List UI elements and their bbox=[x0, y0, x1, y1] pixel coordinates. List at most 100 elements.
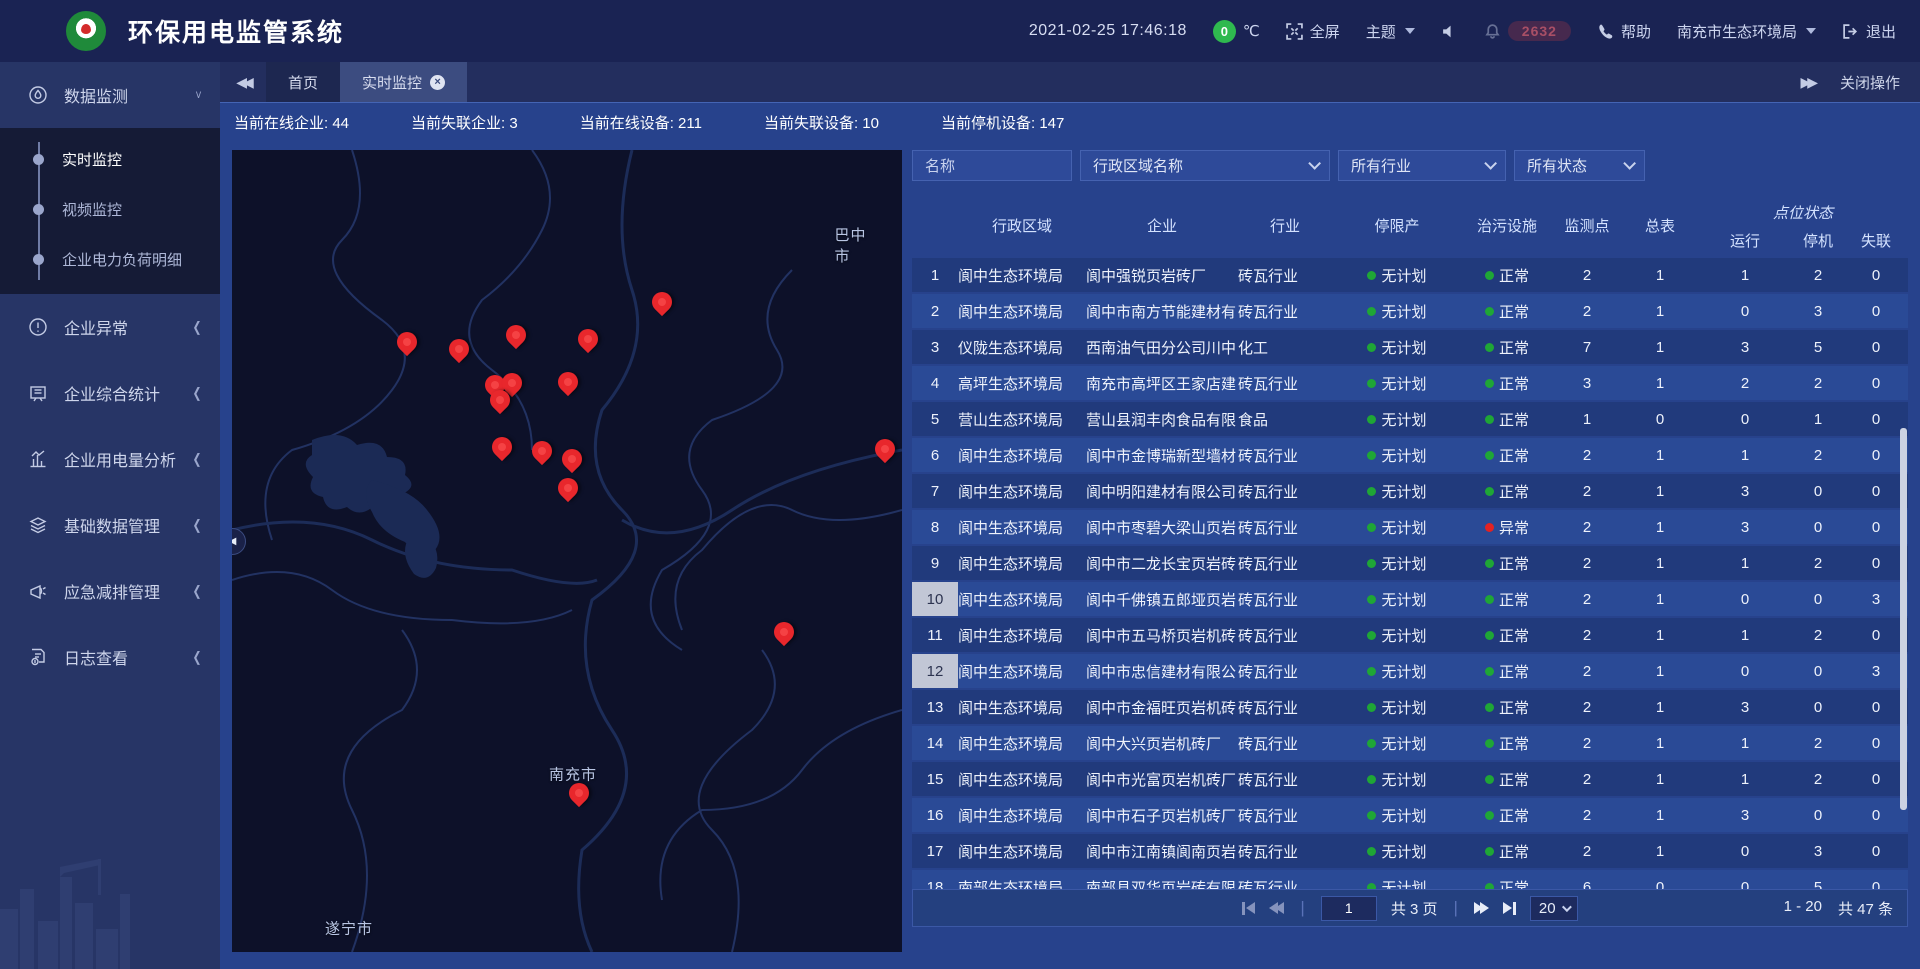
table-row[interactable]: 11阆中生态环境局阆中市五马桥页岩机砖砖瓦行业无计划正常21120 bbox=[912, 618, 1908, 652]
cell-production-status: 无计划 bbox=[1332, 409, 1462, 430]
map-city-label: 遂宁市 bbox=[325, 918, 373, 939]
tab-close-icon[interactable]: × bbox=[430, 75, 445, 90]
cell-production-status: 无计划 bbox=[1332, 553, 1462, 574]
table-row[interactable]: 16阆中生态环境局阆中市石子页岩机砖厂砖瓦行业无计划正常21300 bbox=[912, 798, 1908, 832]
sidebar-item-label: 数据监测 bbox=[64, 83, 128, 107]
first-page-button[interactable] bbox=[1242, 902, 1255, 915]
cell-region: 仪陇生态环境局 bbox=[958, 337, 1086, 358]
table-row[interactable]: 15阆中生态环境局阆中市光富页岩机砖厂砖瓦行业无计划正常21120 bbox=[912, 762, 1908, 796]
tabs-scroll-left-button[interactable]: ◀◀ bbox=[220, 62, 266, 102]
sidebar-item-基础数据管理[interactable]: 基础数据管理❮ bbox=[0, 492, 220, 558]
table-row[interactable]: 6阆中生态环境局阆中市金博瑞新型墙材砖瓦行业无计划正常21120 bbox=[912, 438, 1908, 472]
last-page-button[interactable] bbox=[1503, 902, 1516, 915]
prev-page-button[interactable] bbox=[1269, 902, 1284, 914]
sidebar-item-企业综合统计[interactable]: 企业综合统计❮ bbox=[0, 360, 220, 426]
cell-meters: 1 bbox=[1622, 663, 1698, 680]
sidebar-item-应急减排管理[interactable]: 应急减排管理❮ bbox=[0, 558, 220, 624]
status-dot-icon bbox=[1485, 559, 1494, 568]
status-select[interactable]: 所有状态 bbox=[1514, 150, 1645, 181]
col-industry: 行业 bbox=[1238, 192, 1332, 258]
cell-index: 4 bbox=[912, 366, 958, 400]
sidebar-subitem-视频监控[interactable]: 视频监控 bbox=[0, 184, 220, 234]
cell-running: 0 bbox=[1698, 663, 1792, 680]
cell-company: 南充市高坪区王家店建 bbox=[1086, 373, 1238, 394]
close-operations-button[interactable]: 关闭操作 bbox=[1840, 72, 1900, 93]
page-number-input[interactable] bbox=[1321, 896, 1377, 921]
chevron-down-icon bbox=[1308, 157, 1321, 170]
cell-offline: 0 bbox=[1844, 303, 1908, 320]
tab-bar: ◀◀ 首页 实时监控 × ▶▶ 关闭操作 bbox=[220, 62, 1920, 102]
cell-industry: 砖瓦行业 bbox=[1238, 301, 1332, 322]
table-row[interactable]: 14阆中生态环境局阆中大兴页岩机砖厂砖瓦行业无计划正常21120 bbox=[912, 726, 1908, 760]
table-row[interactable]: 17阆中生态环境局阆中市江南镇阆南页岩砖瓦行业无计划正常21030 bbox=[912, 834, 1908, 868]
name-search-input[interactable]: 名称 bbox=[912, 150, 1072, 181]
region-select[interactable]: 行政区域名称 bbox=[1080, 150, 1330, 181]
cell-index: 9 bbox=[912, 546, 958, 580]
cell-region: 阆中生态环境局 bbox=[958, 265, 1086, 286]
status-dot-icon bbox=[1367, 415, 1376, 424]
industry-select[interactable]: 所有行业 bbox=[1338, 150, 1506, 181]
table-row[interactable]: 1阆中生态环境局阆中强锐页岩砖厂砖瓦行业无计划正常21120 bbox=[912, 258, 1908, 292]
page-size-select[interactable]: 20 bbox=[1530, 896, 1578, 921]
temperature-badge: 0 bbox=[1213, 20, 1236, 43]
sidebar-item-label: 企业异常 bbox=[64, 315, 128, 339]
cell-industry: 砖瓦行业 bbox=[1238, 625, 1332, 646]
theme-dropdown[interactable]: 主题 bbox=[1366, 21, 1415, 42]
notification-button[interactable]: 2632 bbox=[1484, 21, 1571, 41]
next-page-button[interactable] bbox=[1474, 902, 1489, 914]
cell-meters: 1 bbox=[1622, 447, 1698, 464]
cell-meters: 0 bbox=[1622, 879, 1698, 890]
cell-running: 0 bbox=[1698, 303, 1792, 320]
help-button[interactable]: 帮助 bbox=[1597, 21, 1651, 42]
tabs-scroll-right-button[interactable]: ▶▶ bbox=[1800, 74, 1814, 91]
cell-points: 2 bbox=[1552, 735, 1622, 752]
cell-industry: 砖瓦行业 bbox=[1238, 697, 1332, 718]
table-row[interactable]: 9阆中生态环境局阆中市二龙长宝页岩砖砖瓦行业无计划正常21120 bbox=[912, 546, 1908, 580]
table-row[interactable]: 4高坪生态环境局南充市高坪区王家店建砖瓦行业无计划正常31220 bbox=[912, 366, 1908, 400]
tab-realtime-label: 实时监控 bbox=[362, 72, 422, 93]
table-row[interactable]: 13阆中生态环境局阆中市金福旺页岩机砖砖瓦行业无计划正常21300 bbox=[912, 690, 1908, 724]
table-row[interactable]: 2阆中生态环境局阆中市南方节能建材有砖瓦行业无计划正常21030 bbox=[912, 294, 1908, 328]
cell-running: 0 bbox=[1698, 879, 1792, 890]
status-dot-icon bbox=[1367, 667, 1376, 676]
mute-speaker-button[interactable] bbox=[1441, 23, 1458, 40]
cell-company: 阆中市光富页岩机砖厂 bbox=[1086, 769, 1238, 790]
cell-running: 3 bbox=[1698, 483, 1792, 500]
table-row[interactable]: 3仪陇生态环境局西南油气田分公司川中化工无计划正常71350 bbox=[912, 330, 1908, 364]
table-row[interactable]: 5营山生态环境局营山县润丰肉食品有限食品无计划正常10010 bbox=[912, 402, 1908, 436]
sidebar-subitem-实时监控[interactable]: 实时监控 bbox=[0, 134, 220, 184]
map-panel[interactable]: 巴中市南充市遂宁市 ◀ bbox=[232, 150, 902, 952]
cell-running: 0 bbox=[1698, 411, 1792, 428]
table-scrollbar[interactable] bbox=[1900, 428, 1907, 810]
map-city-label: 南充市 bbox=[549, 764, 597, 785]
tab-home[interactable]: 首页 bbox=[266, 62, 340, 102]
table-row[interactable]: 10阆中生态环境局阆中千佛镇五郎垭页岩砖瓦行业无计划正常21003 bbox=[912, 582, 1908, 616]
cell-facility-status: 正常 bbox=[1462, 301, 1552, 322]
cell-stopped: 2 bbox=[1792, 555, 1844, 572]
cell-company: 阆中市江南镇阆南页岩 bbox=[1086, 841, 1238, 862]
table-row[interactable]: 7阆中生态环境局阆中明阳建材有限公司砖瓦行业无计划正常21300 bbox=[912, 474, 1908, 508]
cell-company: 营山县润丰肉食品有限 bbox=[1086, 409, 1238, 430]
tab-realtime-monitor[interactable]: 实时监控 × bbox=[340, 62, 467, 102]
tab-home-label: 首页 bbox=[288, 72, 318, 93]
sidebar-item-日志查看[interactable]: 日志查看❮ bbox=[0, 624, 220, 690]
cell-company: 阆中市五马桥页岩机砖 bbox=[1086, 625, 1238, 646]
cell-region: 阆中生态环境局 bbox=[958, 841, 1086, 862]
sidebar-item-企业异常[interactable]: 企业异常❮ bbox=[0, 294, 220, 360]
table-row[interactable]: 8阆中生态环境局阆中市枣碧大梁山页岩砖瓦行业无计划异常21300 bbox=[912, 510, 1908, 544]
logout-button[interactable]: 退出 bbox=[1842, 21, 1896, 42]
cell-company: 阆中千佛镇五郎垭页岩 bbox=[1086, 589, 1238, 610]
cell-company: 阆中明阳建材有限公司 bbox=[1086, 481, 1238, 502]
sidebar-item-数据监测[interactable]: 数据监测˅ bbox=[0, 62, 220, 128]
chevron-left-icon: ❮ bbox=[192, 451, 201, 467]
table-row[interactable]: 12阆中生态环境局阆中市忠信建材有限公砖瓦行业无计划正常21003 bbox=[912, 654, 1908, 688]
cell-points: 7 bbox=[1552, 339, 1622, 356]
sidebar-subitem-企业电力负荷明细[interactable]: 企业电力负荷明细 bbox=[0, 234, 220, 284]
stat-当前在线设备: 当前在线设备: 211 bbox=[580, 112, 702, 133]
fullscreen-button[interactable]: 全屏 bbox=[1286, 21, 1340, 42]
cell-running: 1 bbox=[1698, 555, 1792, 572]
sidebar-item-企业用电量分析[interactable]: 企业用电量分析❮ bbox=[0, 426, 220, 492]
table-row[interactable]: 18南部生态环境局南部县双华页岩砖有限砖瓦行业无计划正常60050 bbox=[912, 870, 1908, 889]
cell-index: 17 bbox=[912, 834, 958, 868]
org-dropdown[interactable]: 南充市生态环境局 bbox=[1677, 21, 1816, 42]
